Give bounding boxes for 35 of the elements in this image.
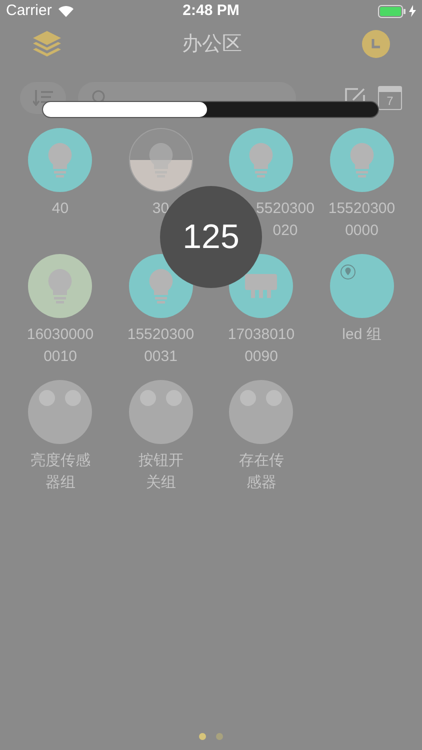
sensor-icon xyxy=(38,388,82,408)
device-label: 5520300 020 xyxy=(255,199,316,241)
device-icon xyxy=(243,272,280,300)
battery-icon xyxy=(378,4,406,18)
device-label: 30 xyxy=(151,199,170,219)
slider-toast[interactable] xyxy=(42,101,379,118)
layers-icon xyxy=(32,30,62,58)
layers-button[interactable] xyxy=(32,29,62,59)
nav-title: 办公区 xyxy=(182,32,242,57)
device-label: 15520300 0000 xyxy=(327,199,396,241)
value-label: 125 xyxy=(182,216,240,258)
charging-icon xyxy=(408,5,416,17)
device-label: 16030000 0010 xyxy=(26,325,95,367)
sensor-icon xyxy=(138,388,183,408)
device-label: 40 xyxy=(50,199,70,219)
carrier-label: Carrier xyxy=(6,0,52,21)
bulb-icon xyxy=(46,142,74,178)
bulb-icon xyxy=(247,142,276,178)
device-label: 亮度传感器组 xyxy=(30,451,90,493)
calendar-button[interactable]: 7 xyxy=(378,86,402,110)
device-label: led 组 xyxy=(341,325,382,345)
clock-button[interactable] xyxy=(362,30,390,58)
device-label: 17038010 0090 xyxy=(226,325,296,367)
pin-icon xyxy=(340,264,356,280)
sort-icon xyxy=(33,90,53,106)
wifi-icon xyxy=(58,5,74,17)
device-label: 按钮开关组 xyxy=(138,451,184,493)
device-label: 存在传感器 xyxy=(238,451,284,493)
device-label: 15520300 0031 xyxy=(126,325,196,367)
sensor-icon xyxy=(239,388,284,408)
clock-icon xyxy=(370,38,382,50)
status-time: 2:48 PM xyxy=(182,0,240,21)
bulb-icon xyxy=(146,142,175,178)
bulb-icon xyxy=(146,268,175,304)
bulb-icon xyxy=(348,142,376,178)
